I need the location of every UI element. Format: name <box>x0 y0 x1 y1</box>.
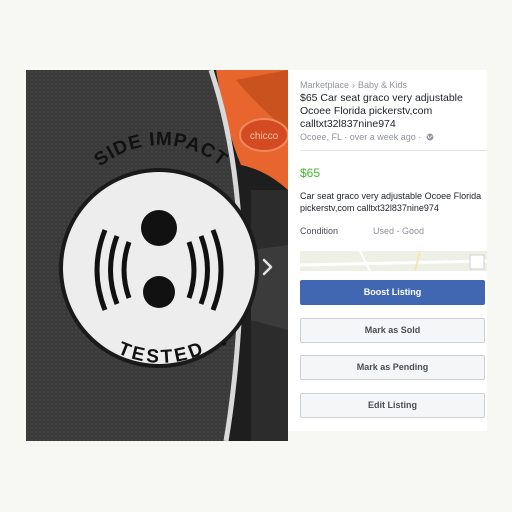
listing-description: Car seat graco very adjustable Ocoee Flo… <box>300 191 482 213</box>
listing-photo[interactable]: chicco SIDE IMPACT TESTED * <box>26 70 288 441</box>
map-tiles <box>300 251 487 271</box>
logo-text: chicco <box>250 131 279 142</box>
divider <box>300 150 487 151</box>
mark-as-pending-button[interactable]: Mark as Pending <box>300 355 485 380</box>
edit-listing-button[interactable]: Edit Listing <box>300 393 485 418</box>
breadcrumb: Marketplace › Baby & Kids <box>300 80 407 90</box>
meta-separator: · <box>344 132 348 142</box>
car-seat-photo: chicco SIDE IMPACT TESTED * <box>26 70 288 441</box>
breadcrumb-separator: › <box>352 80 356 90</box>
mark-as-sold-button[interactable]: Mark as Sold <box>300 318 485 343</box>
breadcrumb-marketplace[interactable]: Marketplace <box>300 80 349 90</box>
listing-panel: Marketplace › Baby & Kids $65 Car seat gra… <box>288 70 487 431</box>
location-map[interactable] <box>300 251 487 271</box>
post-canvas: chicco SIDE IMPACT TESTED * Marketplace … <box>0 0 512 512</box>
breadcrumb-category[interactable]: Baby & Kids <box>358 80 407 90</box>
next-photo-button[interactable] <box>255 255 279 279</box>
badge-mark: * <box>222 339 227 353</box>
listing-meta: Ocoee, FL · over a week ago · <box>300 132 434 142</box>
meta-separator-2: · <box>418 132 422 142</box>
listing-title: $65 Car seat graco very adjustable Ocoee… <box>300 92 463 130</box>
condition-label: Condition <box>300 226 339 236</box>
globe-icon <box>426 133 434 141</box>
boost-listing-button[interactable]: Boost Listing <box>300 280 485 305</box>
listing-time: over a week ago <box>349 132 416 142</box>
listing-location[interactable]: Ocoee, FL <box>300 132 342 142</box>
condition-value: Used - Good <box>373 226 425 236</box>
chevron-right-icon <box>262 258 273 276</box>
listing-price: $65 <box>300 166 321 180</box>
